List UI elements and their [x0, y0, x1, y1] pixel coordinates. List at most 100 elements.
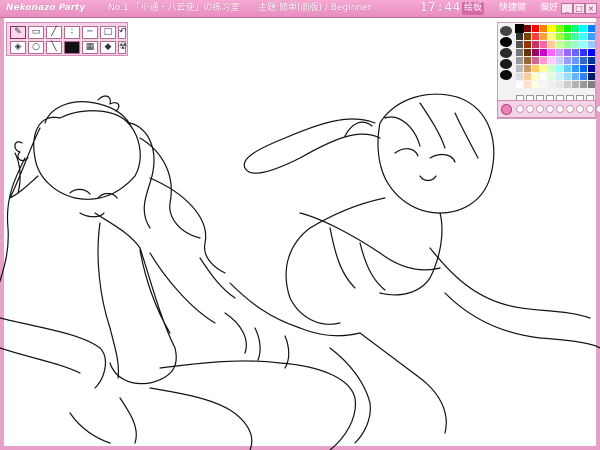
color-cell[interactable] — [564, 65, 571, 72]
eraser-icon[interactable]: ▭ — [28, 26, 44, 39]
color-cell[interactable] — [556, 41, 563, 48]
color-cell[interactable] — [588, 25, 595, 32]
color-cell[interactable] — [540, 81, 547, 88]
stamp-icon[interactable]: ◆ — [100, 41, 116, 54]
color-cell[interactable] — [556, 57, 563, 64]
strip-slot[interactable] — [596, 105, 600, 113]
color-cell[interactable] — [532, 25, 539, 32]
color-cell[interactable] — [548, 57, 555, 64]
strip-slot[interactable] — [576, 105, 584, 113]
strip-slot[interactable] — [566, 105, 574, 113]
color-cell[interactable] — [532, 33, 539, 40]
color-cell[interactable] — [564, 81, 571, 88]
strip-slot[interactable] — [536, 105, 544, 113]
line-icon[interactable]: ─ — [82, 26, 98, 39]
color-cell[interactable] — [532, 81, 539, 88]
color-cell[interactable] — [516, 57, 523, 64]
color-cell[interactable] — [580, 33, 587, 40]
color-cell[interactable] — [540, 57, 547, 64]
color-cell[interactable] — [532, 65, 539, 72]
color-cell[interactable] — [516, 73, 523, 80]
current-color-swatch[interactable] — [500, 26, 512, 36]
color-cell[interactable] — [524, 41, 531, 48]
menu-item-board[interactable]: 绘板 — [462, 2, 485, 15]
color-cell[interactable] — [580, 49, 587, 56]
color-cell[interactable] — [588, 73, 595, 80]
pen-icon[interactable]: ╲ — [46, 41, 62, 54]
color-cell[interactable] — [524, 33, 531, 40]
strip-slot[interactable] — [526, 105, 534, 113]
color-cell[interactable] — [524, 65, 531, 72]
color-cell[interactable] — [532, 41, 539, 48]
color-cell[interactable] — [548, 81, 555, 88]
color-cell[interactable] — [556, 81, 563, 88]
recent-color-swatch[interactable] — [500, 48, 512, 58]
color-cell[interactable] — [588, 49, 595, 56]
recent-color-swatch[interactable] — [500, 59, 512, 69]
color-cell[interactable] — [572, 81, 579, 88]
color-cell[interactable] — [564, 25, 571, 32]
rect-icon[interactable]: □ — [100, 26, 116, 39]
color-cell[interactable] — [572, 33, 579, 40]
color-cell[interactable] — [588, 65, 595, 72]
color-cell[interactable] — [548, 73, 555, 80]
color-cell[interactable] — [524, 25, 531, 32]
color-cell[interactable] — [548, 65, 555, 72]
color-cell[interactable] — [580, 65, 587, 72]
color-cell[interactable] — [548, 41, 555, 48]
color-cell[interactable] — [588, 81, 595, 88]
color-cell[interactable] — [532, 57, 539, 64]
color-cell[interactable] — [516, 81, 523, 88]
color-cell[interactable] — [524, 57, 531, 64]
menu-item-shortcuts[interactable]: 快捷键 — [497, 2, 528, 15]
color-cell[interactable] — [516, 33, 523, 40]
color-cell[interactable] — [548, 49, 555, 56]
color-cell[interactable] — [540, 49, 547, 56]
color-cell[interactable] — [532, 73, 539, 80]
color-cell[interactable] — [580, 57, 587, 64]
menu-item-preferences[interactable]: 偏好 — [538, 2, 560, 15]
color-cell[interactable] — [572, 25, 579, 32]
strip-slot[interactable] — [546, 105, 554, 113]
color-cell[interactable] — [540, 33, 547, 40]
color-cell[interactable] — [572, 65, 579, 72]
color-cell[interactable] — [540, 65, 547, 72]
color-cell[interactable] — [572, 57, 579, 64]
color-cell[interactable] — [540, 25, 547, 32]
close-button[interactable]: × — [585, 3, 597, 14]
color-cell[interactable] — [532, 49, 539, 56]
color-cell[interactable] — [588, 41, 595, 48]
color-cell[interactable] — [572, 49, 579, 56]
airbrush-icon[interactable]: ∶ — [64, 26, 80, 39]
color-cell[interactable] — [580, 25, 587, 32]
recent-color-swatch[interactable] — [500, 37, 512, 47]
color-cell[interactable] — [556, 65, 563, 72]
color-cell[interactable] — [540, 73, 547, 80]
palette-menu-icon[interactable] — [501, 104, 512, 115]
color-cell[interactable] — [572, 73, 579, 80]
color-cell[interactable] — [524, 81, 531, 88]
color-cell[interactable] — [556, 25, 563, 32]
color-cell[interactable] — [580, 73, 587, 80]
color-cell[interactable] — [564, 49, 571, 56]
strip-slot[interactable] — [556, 105, 564, 113]
maximize-button[interactable]: □ — [573, 3, 585, 14]
color-cell[interactable] — [556, 73, 563, 80]
color-cell[interactable] — [524, 73, 531, 80]
pencil-icon[interactable]: ✎ — [10, 26, 26, 39]
color-cell[interactable] — [564, 57, 571, 64]
color-cell[interactable] — [524, 49, 531, 56]
color-cell[interactable] — [580, 41, 587, 48]
color-cell[interactable] — [564, 33, 571, 40]
select-icon[interactable]: ▦ — [82, 41, 98, 54]
color-cell[interactable] — [588, 57, 595, 64]
radiation-icon[interactable]: ☢ — [118, 41, 127, 54]
color-cell[interactable] — [588, 33, 595, 40]
color-cell[interactable] — [516, 65, 523, 72]
brush-icon[interactable]: ╱ — [46, 26, 62, 39]
color-cell[interactable] — [516, 49, 523, 56]
color-cell[interactable] — [564, 41, 571, 48]
color-cell[interactable] — [564, 73, 571, 80]
strip-slot[interactable] — [586, 105, 594, 113]
color-cell[interactable] — [548, 33, 555, 40]
